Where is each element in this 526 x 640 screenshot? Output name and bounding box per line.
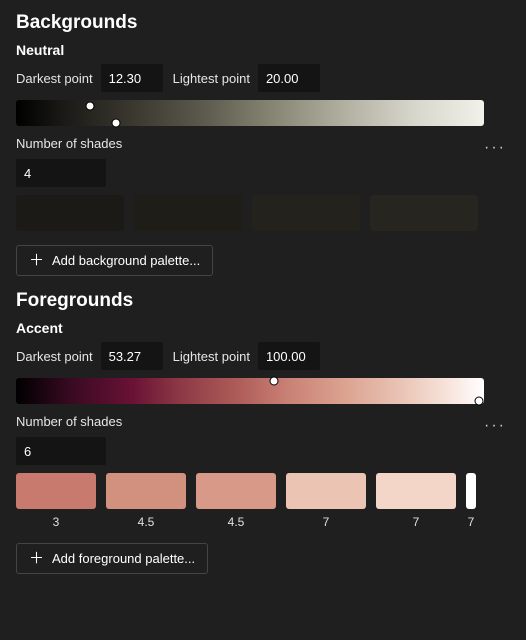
- fg-darkest-input[interactable]: [101, 342, 163, 370]
- backgrounds-title: Backgrounds: [16, 12, 510, 34]
- fg-lightest-label: Lightest point: [173, 349, 250, 364]
- plus-icon: ＋: [29, 551, 44, 566]
- swatch-contrast-label: 4.5: [138, 515, 155, 529]
- swatch-contrast-label: 3: [53, 515, 60, 529]
- swatch[interactable]: [466, 473, 476, 509]
- add-foreground-palette-button[interactable]: ＋ Add foreground palette...: [16, 543, 208, 574]
- swatch[interactable]: [286, 473, 366, 509]
- bg-gradient-slider[interactable]: [16, 100, 510, 126]
- swatch-contrast-label: 7: [323, 515, 330, 529]
- bg-darkest-input[interactable]: [101, 64, 163, 92]
- bg-shades-label: Number of shades: [16, 136, 122, 151]
- bg-darkest-label: Darkest point: [16, 71, 93, 86]
- foregrounds-title: Foregrounds: [16, 290, 510, 312]
- bg-lightest-label: Lightest point: [173, 71, 250, 86]
- bg-handle-light[interactable]: [112, 119, 121, 128]
- add-bg-label: Add background palette...: [52, 253, 200, 268]
- foregrounds-section: Foregrounds Accent Darkest point Lightes…: [16, 290, 510, 574]
- bg-handle-dark[interactable]: [86, 102, 95, 111]
- bg-shades-input[interactable]: [16, 159, 106, 187]
- swatch-contrast-label: 7: [468, 515, 475, 529]
- fg-more-button[interactable]: ···: [480, 415, 510, 437]
- fg-handle-dark[interactable]: [270, 377, 279, 386]
- add-background-palette-button[interactable]: ＋ Add background palette...: [16, 245, 213, 276]
- swatch[interactable]: [134, 195, 242, 231]
- fg-shades-input[interactable]: [16, 437, 106, 465]
- fg-darkest-label: Darkest point: [16, 349, 93, 364]
- foregrounds-palette-name: Accent: [16, 320, 510, 336]
- swatch-contrast-label: 7: [413, 515, 420, 529]
- backgrounds-palette-name: Neutral: [16, 42, 510, 58]
- bg-lightest-input[interactable]: [258, 64, 320, 92]
- add-fg-label: Add foreground palette...: [52, 551, 195, 566]
- swatch[interactable]: [16, 195, 124, 231]
- fg-gradient-slider[interactable]: [16, 378, 510, 404]
- plus-icon: ＋: [29, 253, 44, 268]
- swatch[interactable]: [370, 195, 478, 231]
- swatch[interactable]: [106, 473, 186, 509]
- swatch-contrast-label: 4.5: [228, 515, 245, 529]
- bg-swatches: [16, 195, 510, 231]
- swatch[interactable]: [376, 473, 456, 509]
- fg-lightest-input[interactable]: [258, 342, 320, 370]
- swatch[interactable]: [16, 473, 96, 509]
- fg-handle-light[interactable]: [475, 397, 484, 406]
- swatch[interactable]: [196, 473, 276, 509]
- swatch[interactable]: [252, 195, 360, 231]
- fg-swatches: 3 4.5 4.5 7 7 7: [16, 473, 510, 529]
- bg-more-button[interactable]: ···: [480, 137, 510, 159]
- fg-shades-label: Number of shades: [16, 414, 122, 429]
- backgrounds-section: Backgrounds Neutral Darkest point Lighte…: [16, 12, 510, 276]
